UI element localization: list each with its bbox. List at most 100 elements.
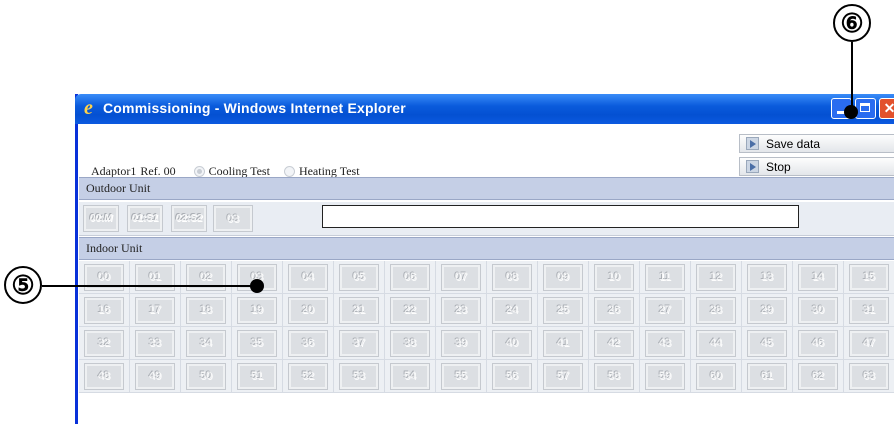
outdoor-unit-button[interactable]: 00:M: [83, 205, 119, 232]
indoor-unit-button[interactable]: 31: [849, 296, 889, 324]
indoor-unit-button[interactable]: 33: [135, 329, 175, 357]
indoor-unit-button[interactable]: 29: [747, 296, 787, 324]
indoor-unit-grid: 00 01 02 03 04 05 06 07 08 09 10 11 12 13 14 15 16 17 18 19…: [79, 261, 894, 393]
indoor-unit-cell: 15: [844, 261, 894, 294]
indoor-unit-button[interactable]: 49: [135, 362, 175, 390]
indoor-unit-button[interactable]: 45: [747, 329, 787, 357]
indoor-unit-button[interactable]: 23: [441, 296, 481, 324]
indoor-unit-button[interactable]: 15: [849, 263, 889, 291]
indoor-unit-button[interactable]: 18: [186, 296, 226, 324]
indoor-unit-button[interactable]: 12: [696, 263, 736, 291]
outdoor-unit-button[interactable]: 02:S2: [171, 205, 207, 232]
indoor-unit-button[interactable]: 21: [339, 296, 379, 324]
indoor-unit-button[interactable]: 28: [696, 296, 736, 324]
indoor-unit-cell: 20: [283, 294, 334, 327]
indoor-unit-cell: 59: [640, 360, 691, 393]
outdoor-unit-button[interactable]: 03: [213, 205, 253, 232]
indoor-unit-button[interactable]: 55: [441, 362, 481, 390]
indoor-unit-button[interactable]: 27: [645, 296, 685, 324]
indoor-unit-button[interactable]: 40: [492, 329, 532, 357]
indoor-unit-cell: 55: [436, 360, 487, 393]
indoor-unit-button[interactable]: 30: [798, 296, 838, 324]
indoor-unit-cell: 58: [589, 360, 640, 393]
heating-test-radio[interactable]: [283, 166, 295, 177]
indoor-unit-button[interactable]: 37: [339, 329, 379, 357]
indoor-unit-button[interactable]: 48: [84, 362, 124, 390]
browser-window: e Commissioning - Windows Internet Explo…: [75, 94, 894, 424]
indoor-unit-button[interactable]: 51: [237, 362, 277, 390]
indoor-unit-button[interactable]: 11: [645, 263, 685, 291]
indoor-unit-button[interactable]: 53: [339, 362, 379, 390]
indoor-unit-cell: 38: [385, 327, 436, 360]
indoor-unit-cell: 29: [742, 294, 793, 327]
indoor-unit-button[interactable]: 04: [288, 263, 328, 291]
indoor-unit-button[interactable]: 32: [84, 329, 124, 357]
indoor-unit-button[interactable]: 54: [390, 362, 430, 390]
indoor-unit-button[interactable]: 57: [543, 362, 583, 390]
indoor-unit-button[interactable]: 09: [543, 263, 583, 291]
indoor-unit-button[interactable]: 06: [390, 263, 430, 291]
indoor-unit-button[interactable]: 05: [339, 263, 379, 291]
indoor-unit-cell: 23: [436, 294, 487, 327]
indoor-unit-cell: 09: [538, 261, 589, 294]
indoor-unit-button[interactable]: 16: [84, 296, 124, 324]
indoor-unit-cell: 56: [487, 360, 538, 393]
indoor-unit-button[interactable]: 52: [288, 362, 328, 390]
indoor-unit-button[interactable]: 34: [186, 329, 226, 357]
close-button[interactable]: ✕: [879, 98, 894, 119]
indoor-unit-button[interactable]: 13: [747, 263, 787, 291]
indoor-unit-button[interactable]: 46: [798, 329, 838, 357]
indoor-unit-button[interactable]: 38: [390, 329, 430, 357]
indoor-unit-button[interactable]: 60: [696, 362, 736, 390]
indoor-unit-cell: 35: [232, 327, 283, 360]
indoor-unit-button[interactable]: 47: [849, 329, 889, 357]
indoor-unit-button[interactable]: 17: [135, 296, 175, 324]
save-data-button[interactable]: Save data: [739, 134, 894, 153]
indoor-unit-button[interactable]: 39: [441, 329, 481, 357]
stop-button[interactable]: Stop: [739, 157, 894, 176]
indoor-unit-button[interactable]: 62: [798, 362, 838, 390]
indoor-unit-cell: 45: [742, 327, 793, 360]
indoor-unit-button[interactable]: 10: [594, 263, 634, 291]
indoor-unit-button[interactable]: 07: [441, 263, 481, 291]
indoor-unit-cell: 47: [844, 327, 894, 360]
indoor-unit-cell: 10: [589, 261, 640, 294]
maximize-button[interactable]: [855, 98, 876, 119]
indoor-unit-cell: 07: [436, 261, 487, 294]
indoor-unit-cell: 39: [436, 327, 487, 360]
indoor-unit-button[interactable]: 20: [288, 296, 328, 324]
indoor-unit-button[interactable]: 35: [237, 329, 277, 357]
indoor-unit-button[interactable]: 24: [492, 296, 532, 324]
indoor-unit-button[interactable]: 14: [798, 263, 838, 291]
indoor-unit-button[interactable]: 36: [288, 329, 328, 357]
indoor-unit-cell: 11: [640, 261, 691, 294]
indoor-unit-button[interactable]: 25: [543, 296, 583, 324]
cooling-test-radio[interactable]: [193, 166, 205, 177]
indoor-unit-cell: 36: [283, 327, 334, 360]
indoor-unit-button[interactable]: 63: [849, 362, 889, 390]
indoor-unit-button[interactable]: 08: [492, 263, 532, 291]
indoor-unit-button[interactable]: 59: [645, 362, 685, 390]
indoor-unit-button[interactable]: 26: [594, 296, 634, 324]
indoor-unit-button[interactable]: 50: [186, 362, 226, 390]
indoor-unit-cell: 51: [232, 360, 283, 393]
indoor-unit-cell: 24: [487, 294, 538, 327]
indoor-unit-button[interactable]: 43: [645, 329, 685, 357]
outdoor-status-field[interactable]: [322, 205, 799, 228]
indoor-unit-button[interactable]: 56: [492, 362, 532, 390]
indoor-unit-cell: 05: [334, 261, 385, 294]
indoor-unit-cell: 49: [130, 360, 181, 393]
indoor-unit-cell: 14: [793, 261, 844, 294]
callout-6-leader: [851, 42, 853, 110]
indoor-unit-cell: 32: [79, 327, 130, 360]
outdoor-unit-button[interactable]: 01:S1: [127, 205, 163, 232]
indoor-unit-button[interactable]: 19: [237, 296, 277, 324]
indoor-unit-button[interactable]: 22: [390, 296, 430, 324]
indoor-unit-button[interactable]: 44: [696, 329, 736, 357]
indoor-unit-cell: 22: [385, 294, 436, 327]
indoor-unit-button[interactable]: 61: [747, 362, 787, 390]
indoor-unit-button[interactable]: 41: [543, 329, 583, 357]
indoor-unit-button[interactable]: 42: [594, 329, 634, 357]
indoor-unit-button[interactable]: 58: [594, 362, 634, 390]
indoor-unit-cell: 12: [691, 261, 742, 294]
